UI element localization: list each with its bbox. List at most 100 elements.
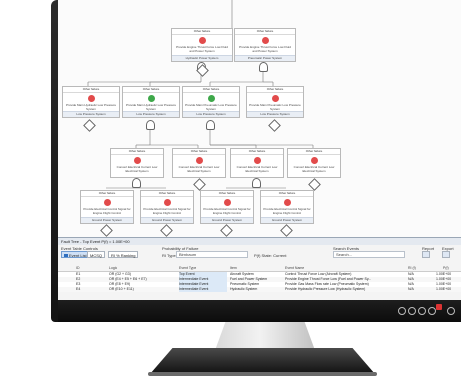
node-text: Provide Electrical Control Signal for En… xyxy=(263,207,311,215)
close-indicator-icon xyxy=(436,304,442,310)
tree-node[interactable]: Other failure Provide Electrical Control… xyxy=(200,190,254,224)
node-header: Other failure xyxy=(231,149,283,155)
tree-node[interactable]: Other failure Provide Engine Thrust Forc… xyxy=(234,28,296,62)
node-text: Provide Engine Thrust Force Low Fluid an… xyxy=(176,45,228,53)
node-footer: Low Pressure System xyxy=(63,111,119,117)
fault-tree-canvas[interactable]: Other failure Provide Engine Thrust Forc… xyxy=(58,0,461,237)
ri-type-select[interactable]: Birnbaum xyxy=(176,251,248,258)
or-gate-icon xyxy=(252,178,261,188)
node-text: Provide Main Pneumatic Low Pressure Syst… xyxy=(185,103,237,111)
tree-node[interactable]: Other failure Convert Electrical Current… xyxy=(172,148,226,178)
ok-status-icon xyxy=(147,95,155,102)
cell-event-name: Provide Hydraulic Pressure Low (Hydrauli… xyxy=(285,287,366,291)
cell-event-type: Intermediate Event xyxy=(179,287,227,292)
tree-node[interactable]: Other failure Provide Electrical Control… xyxy=(80,190,134,224)
failure-status-icon xyxy=(253,157,261,164)
tree-node[interactable]: Other failure Provide Main Hydraulic Low… xyxy=(62,86,120,118)
tray-icon[interactable] xyxy=(447,307,455,315)
export-icon[interactable] xyxy=(442,251,450,258)
monitor-stand-rim xyxy=(148,372,377,376)
pf-state-label: P(f) State: Current xyxy=(254,253,287,258)
taskbar xyxy=(58,300,461,322)
node-text: Provide Engine Thrust Force Low Fluid an… xyxy=(239,45,291,53)
failure-status-icon xyxy=(195,157,203,164)
col-ri: RI (f) xyxy=(408,266,416,270)
failure-status-icon xyxy=(283,199,291,206)
tree-node[interactable]: Other failure Provide Main Hydraulic Low… xyxy=(122,86,180,118)
col-item: Item xyxy=(230,266,237,270)
node-footer: Hydraulic Power System xyxy=(172,55,232,61)
node-header: Other failure xyxy=(201,191,253,197)
node-footer: Low Pressure System xyxy=(247,111,303,117)
tree-node[interactable]: Other failure Convert Electrical Current… xyxy=(287,148,341,178)
col-logic: Logic xyxy=(109,266,118,270)
failure-status-icon xyxy=(198,37,206,44)
node-footer: Ground Power System xyxy=(261,217,313,223)
or-gate-icon xyxy=(259,62,268,72)
tree-node[interactable]: Other failure Convert Electrical Current… xyxy=(110,148,164,178)
node-header: Other failure xyxy=(81,191,133,197)
cell-pf: 1.00E+00 xyxy=(436,287,452,291)
col-id: ID xyxy=(76,266,80,270)
ri-type-label: RI Type xyxy=(162,253,176,258)
node-text: Convert Electrical Current Low Electrica… xyxy=(293,165,335,173)
node-text: Provide Electrical Control Signal for En… xyxy=(203,207,251,215)
tree-node[interactable]: Other failure Provide Electrical Control… xyxy=(140,190,194,224)
node-header: Other failure xyxy=(111,149,163,155)
report-icon[interactable] xyxy=(422,251,430,258)
ok-status-icon xyxy=(207,95,215,102)
event-list-label: Event List xyxy=(69,253,87,258)
node-header: Other failure xyxy=(288,149,340,155)
cell-ri: N/A xyxy=(408,287,414,291)
node-text: Provide Electrical Control Signal for En… xyxy=(143,207,191,215)
failure-status-icon xyxy=(133,157,141,164)
failure-status-icon xyxy=(223,199,231,206)
node-header: Other failure xyxy=(172,29,232,35)
ri-ranking-button[interactable]: RI % Ranking xyxy=(108,251,139,258)
table-row[interactable]: E4 OR (E10 + E11) Intermediate Event Hyd… xyxy=(58,287,461,292)
node-text: Provide Main Pneumatic Low Pressure Syst… xyxy=(249,103,301,111)
col-event-type: Event Type xyxy=(179,266,197,270)
monitor-stand-base xyxy=(150,348,375,374)
cell-item: Hydraulic System xyxy=(230,287,258,291)
col-pf: P(f) xyxy=(443,266,449,270)
tree-node[interactable]: Other failure Provide Main Pneumatic Low… xyxy=(246,86,304,118)
node-footer: Low Pressure System xyxy=(123,111,179,117)
event-list-button[interactable]: Event List xyxy=(61,251,90,258)
node-header: Other failure xyxy=(123,87,179,93)
node-header: Other failure xyxy=(247,87,303,93)
tray-icon[interactable] xyxy=(408,307,416,315)
node-header: Other failure xyxy=(141,191,193,197)
node-footer: Ground Power System xyxy=(81,217,133,223)
node-text: Provide Main Hydraulic Low Pressure Syst… xyxy=(65,103,117,111)
or-gate-icon xyxy=(206,120,215,130)
node-text: Convert Electrical Current Low Electrica… xyxy=(116,165,158,173)
or-gate-icon xyxy=(132,178,141,188)
node-header: Other failure xyxy=(235,29,295,35)
search-input[interactable]: Search... xyxy=(333,251,405,258)
event-table-panel: Fault Tree - Top Event P(f) = 1.00E+00 E… xyxy=(58,237,461,300)
tray-icon[interactable] xyxy=(428,307,436,315)
tree-node[interactable]: Other failure Provide Electrical Control… xyxy=(260,190,314,224)
mcsq-button[interactable]: MCSQ xyxy=(87,251,105,258)
tree-node[interactable]: Other failure Provide Main Pneumatic Low… xyxy=(182,86,240,118)
tree-node[interactable]: Other failure Convert Electrical Current… xyxy=(230,148,284,178)
cell-logic: OR (E10 + E11) xyxy=(109,287,134,291)
col-event-name: Event Name xyxy=(285,266,305,270)
cell-id: E4 xyxy=(76,287,81,291)
node-footer: Ground Power System xyxy=(201,217,253,223)
node-text: Provide Main Hydraulic Low Pressure Syst… xyxy=(125,103,177,111)
app-window: Other failure Provide Engine Thrust Forc… xyxy=(58,0,461,300)
tray-icon[interactable] xyxy=(418,307,426,315)
or-gate-icon xyxy=(146,120,155,130)
tray-icon[interactable] xyxy=(398,307,406,315)
tree-node[interactable]: Other failure Provide Engine Thrust Forc… xyxy=(171,28,233,62)
node-header: Other failure xyxy=(63,87,119,93)
node-header: Other failure xyxy=(261,191,313,197)
event-list-icon xyxy=(64,254,68,258)
node-header: Other failure xyxy=(183,87,239,93)
node-header: Other failure xyxy=(173,149,225,155)
failure-status-icon xyxy=(271,95,279,102)
node-footer: Pneumatic Power System xyxy=(235,55,295,61)
node-footer: Low Pressure System xyxy=(183,111,239,117)
